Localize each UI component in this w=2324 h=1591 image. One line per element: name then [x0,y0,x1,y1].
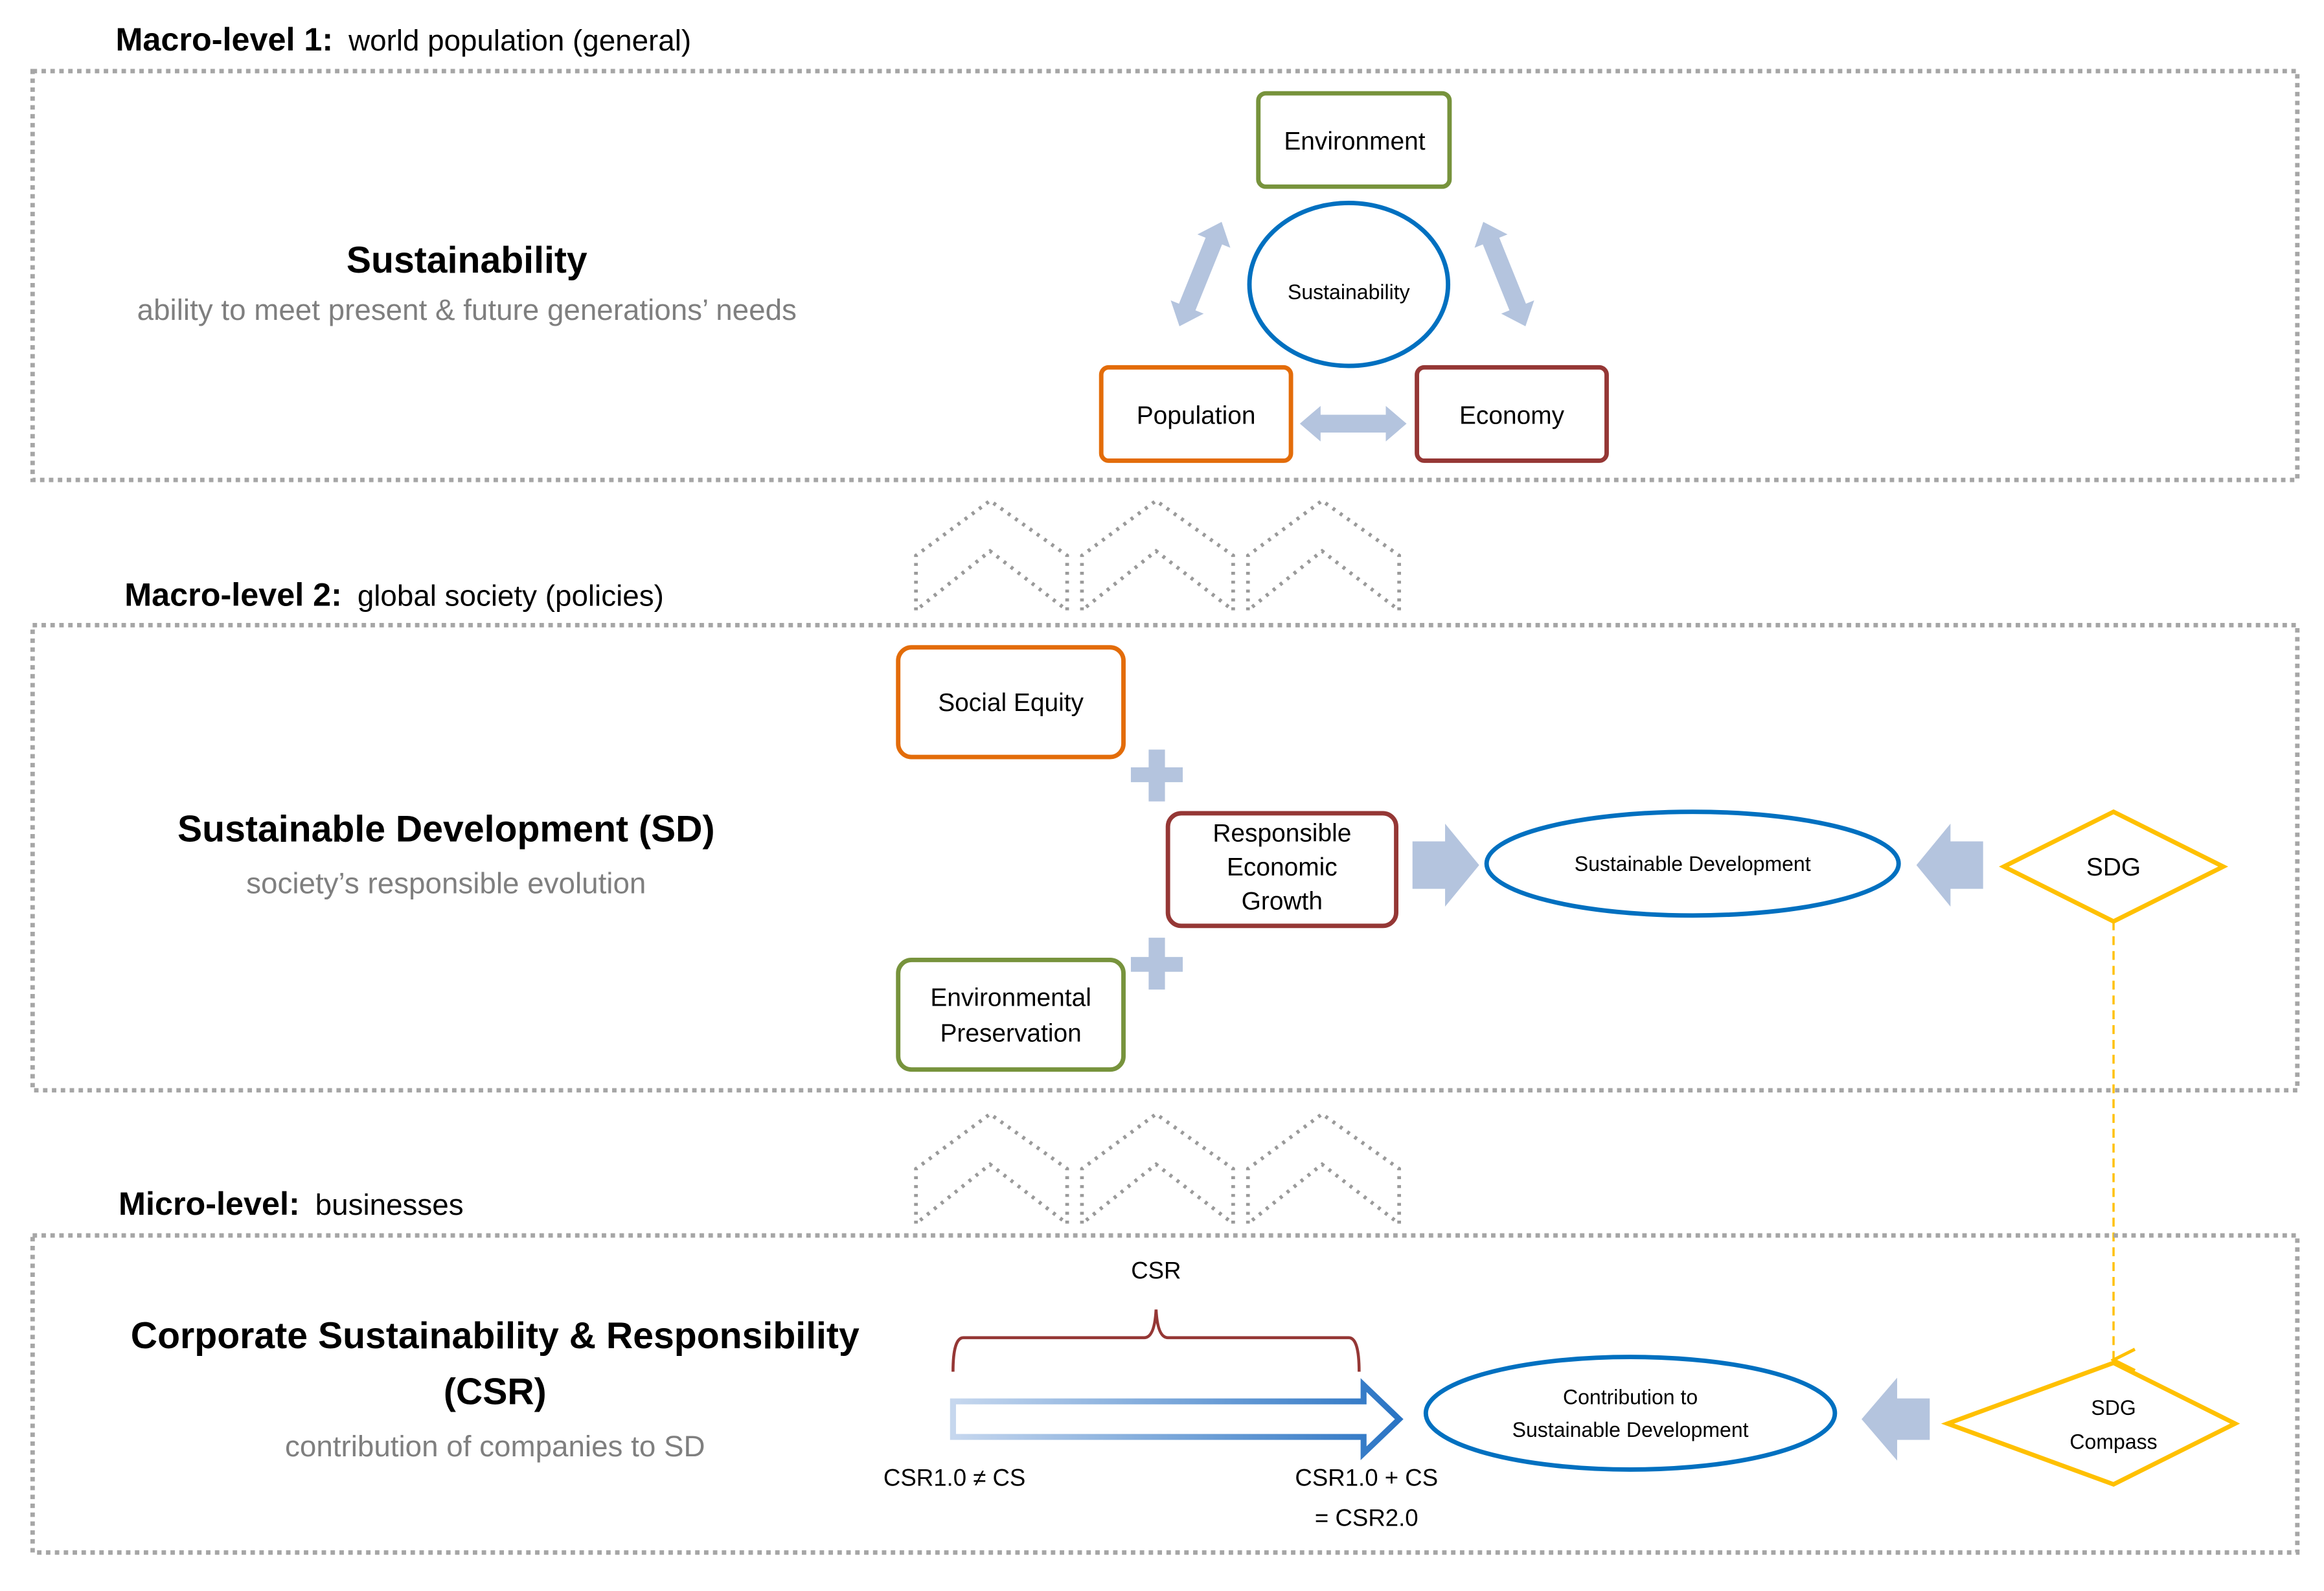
svg-text:Economic: Economic [1227,853,1338,881]
node-population: Population [1099,365,1293,463]
node-contribution-to-sd: Contribution to Sustainable Development [1423,1355,1838,1472]
svg-text:Economy: Economy [1459,401,1565,429]
level-3-title-line-2: (CSR) [444,1371,547,1413]
csr-brace-label: CSR [1131,1257,1181,1283]
macro-level-1: Macro-level 1: world population (general… [30,21,2300,482]
svg-text:Environmental: Environmental [930,984,1091,1011]
double-arrow-environment-economy [1474,221,1534,326]
svg-text:SDG: SDG [2091,1396,2136,1419]
arrow-left-icon [1862,1377,1930,1461]
chevron-up-icon [1246,498,1401,615]
chevron-up-icon [1080,498,1235,615]
node-economy: Economy [1415,365,1609,463]
svg-text:Contribution to: Contribution to [1563,1386,1698,1409]
macro-level-2: Macro-level 2: global society (policies)… [30,576,2300,1360]
node-environmental-preservation: Environmental Preservation [896,958,1126,1072]
node-environment: Environment [1256,91,1452,189]
node-responsible-economic-growth: Responsible Economic Growth [1165,811,1398,929]
level-2-description: global society (policies) [358,580,664,613]
level-3-title-line-1: Corporate Sustainability & Responsibilit… [131,1315,860,1357]
svg-text:Compass: Compass [2069,1430,2157,1453]
node-sdg: SDG [1999,809,2229,924]
svg-text:Sustainable Development: Sustainable Development [1512,1418,1749,1441]
arrow-right-icon [1412,823,1479,907]
csr-progress-arrow [950,1378,1404,1460]
level-1-description: world population (general) [348,24,691,57]
svg-text:Growth: Growth [1242,888,1323,916]
plus-icon [1130,749,1183,802]
svg-text:Responsible: Responsible [1213,819,1351,847]
level-3-label: Micro-level: [119,1185,300,1222]
framework-diagram: Macro-level 1: world population (general… [30,21,2300,1555]
chevron-up-icon-group-1 [914,498,1401,615]
node-social-equity: Social Equity [896,645,1126,760]
level-2-subtitle: society’s responsible evolution [246,866,646,899]
svg-text:Sustainable Development: Sustainable Development [1575,852,1811,875]
double-arrow-population-economy [1299,405,1407,442]
level-2-title: Sustainable Development (SD) [177,808,714,850]
svg-text:Sustainability: Sustainability [1288,280,1410,304]
csr-end-label-line-2: = CSR2.0 [1315,1504,1418,1531]
arrow-left-icon [1916,823,1983,907]
node-sdg-compass: SDG Compass [1941,1360,2240,1487]
level-2-label: Macro-level 2: [124,576,342,613]
chevron-up-icon [1246,1111,1401,1228]
svg-text:SDG: SDG [2086,853,2141,881]
level-1-label: Macro-level 1: [115,21,333,58]
node-sustainable-development: Sustainable Development [1484,809,1901,918]
chevron-up-icon [914,498,1069,615]
plus-icon [1130,938,1183,990]
csr-end-label-line-1: CSR1.0 + CS [1295,1465,1438,1491]
level-1-title: Sustainability [347,240,587,281]
chevron-up-icon [914,1111,1069,1228]
svg-text:Preservation: Preservation [940,1019,1081,1047]
level-2-heading: Macro-level 2: global society (policies) [124,576,664,613]
level-3-subtitle: contribution of companies to SD [285,1430,705,1463]
svg-text:Environment: Environment [1284,128,1425,155]
node-sustainability: Sustainability [1247,200,1451,368]
csr-brace [951,1309,1361,1372]
chevron-up-icon [1080,1111,1235,1228]
csr-start-label: CSR1.0 ≠ CS [883,1465,1025,1491]
level-3-description: businesses [315,1188,464,1221]
level-1-heading: Macro-level 1: world population (general… [115,21,691,58]
chevron-up-icon-group-2 [914,1111,1401,1228]
micro-level: Micro-level: businesses Corporate Sustai… [30,1185,2300,1555]
level-1-subtitle: ability to meet present & future generat… [137,293,797,326]
double-arrow-environment-population [1170,221,1231,326]
svg-text:Population: Population [1137,401,1256,429]
svg-text:Social Equity: Social Equity [938,689,1084,717]
level-3-heading: Micro-level: businesses [119,1185,464,1222]
